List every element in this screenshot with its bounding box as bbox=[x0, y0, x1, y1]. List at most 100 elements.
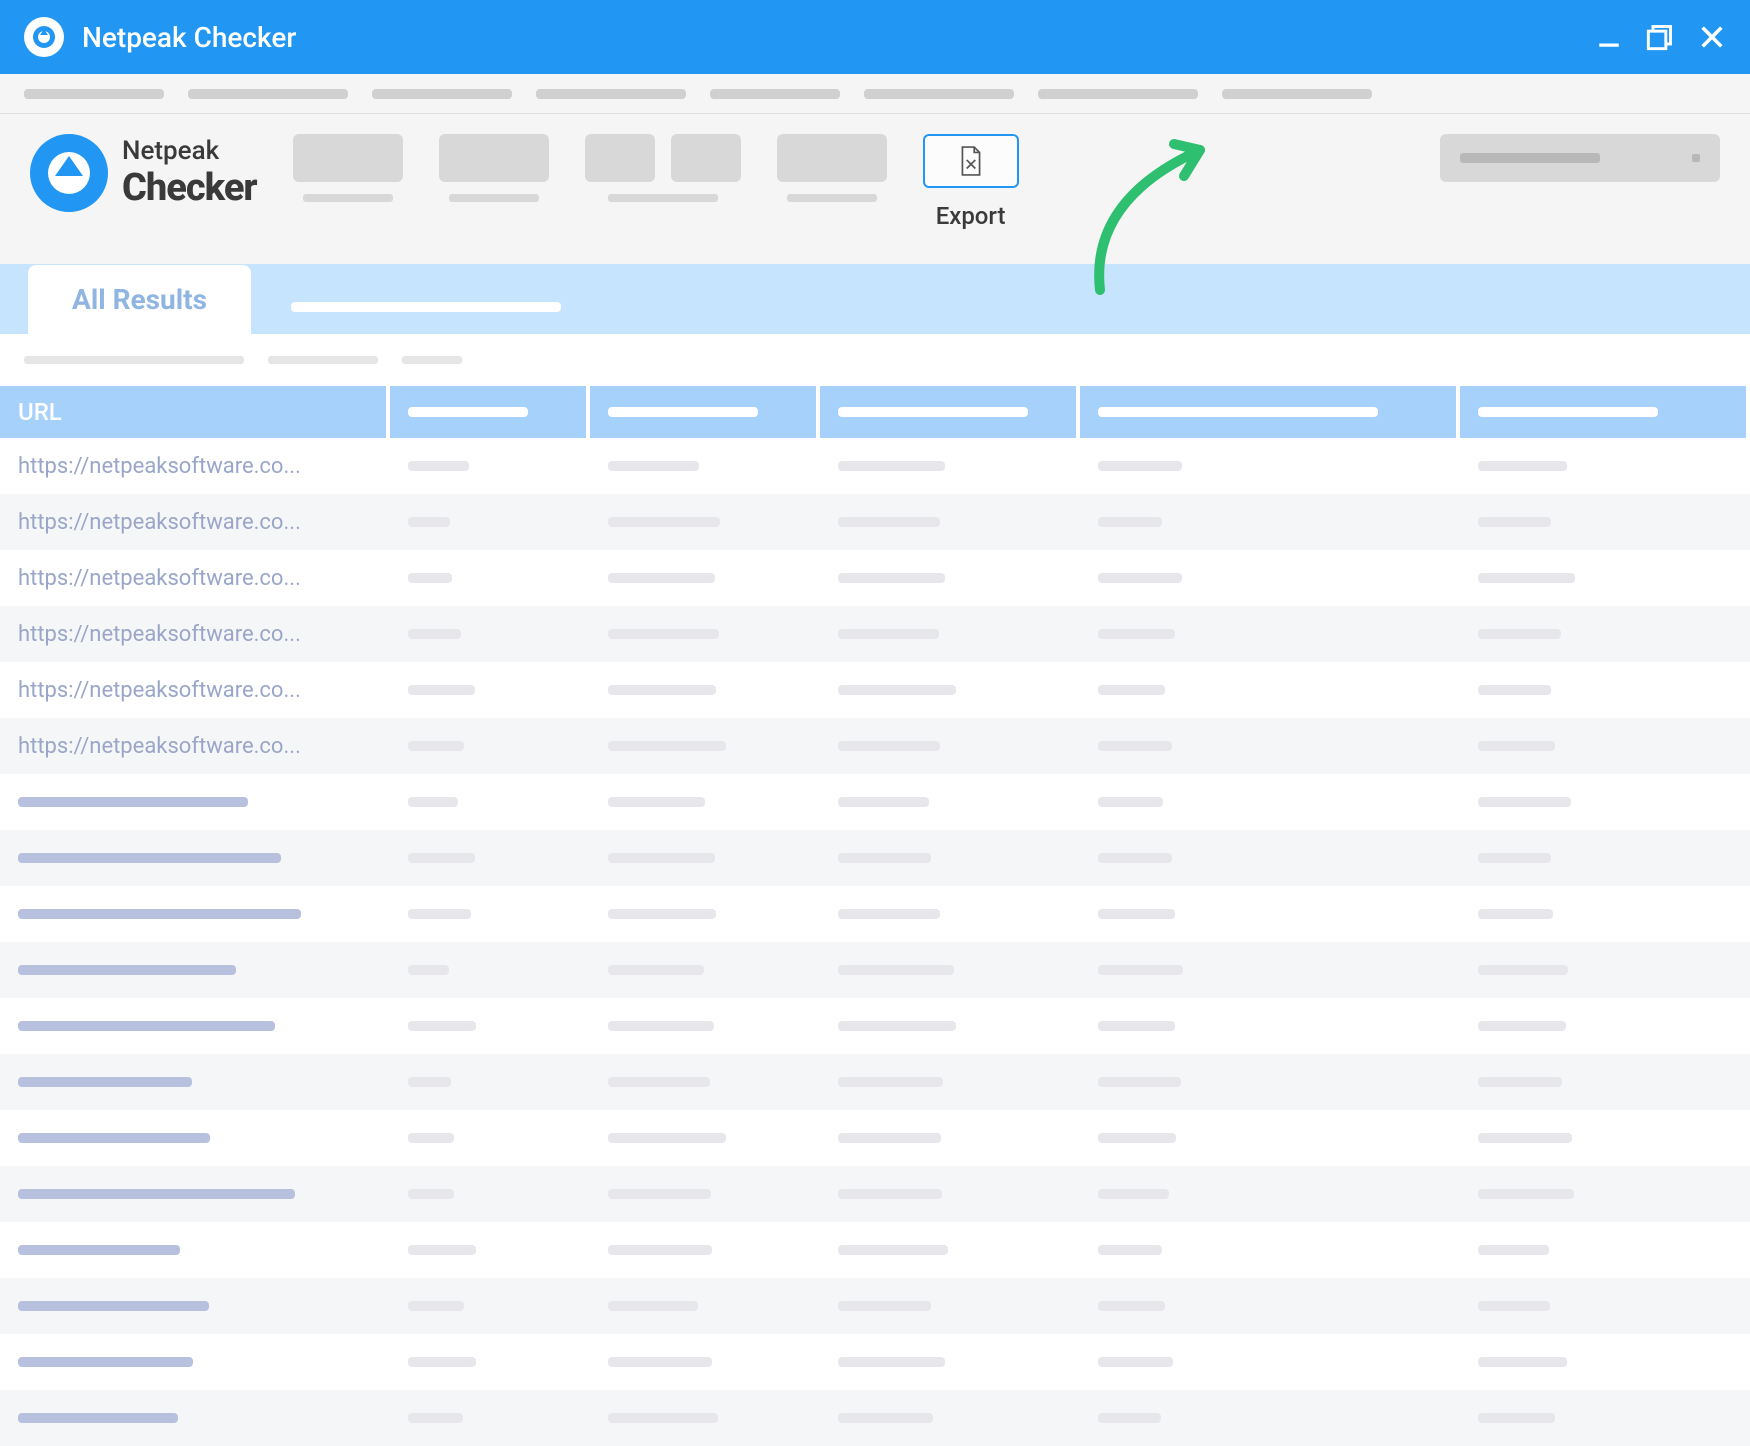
cell bbox=[590, 1189, 820, 1199]
cell-url bbox=[0, 1301, 390, 1311]
results-table: URL https://netpeaksoftware.co...https:/… bbox=[0, 386, 1750, 1446]
cell bbox=[1080, 1189, 1460, 1199]
filter-item[interactable] bbox=[24, 356, 244, 364]
cell bbox=[590, 685, 820, 695]
cell bbox=[390, 853, 590, 863]
column-header[interactable] bbox=[820, 386, 1080, 438]
cell bbox=[820, 909, 1080, 919]
menu-item[interactable] bbox=[710, 89, 840, 99]
cell-url: https://netpeaksoftware.co... bbox=[0, 510, 390, 535]
cell bbox=[1460, 965, 1750, 975]
table-row[interactable] bbox=[0, 886, 1750, 942]
table-row[interactable] bbox=[0, 1054, 1750, 1110]
table-row[interactable] bbox=[0, 774, 1750, 830]
column-header[interactable] bbox=[590, 386, 820, 438]
table-row[interactable] bbox=[0, 1278, 1750, 1334]
table-row[interactable] bbox=[0, 942, 1750, 998]
table-row[interactable] bbox=[0, 1222, 1750, 1278]
toolbar-label bbox=[608, 194, 718, 202]
cell-url: https://netpeaksoftware.co... bbox=[0, 678, 390, 703]
cell bbox=[1460, 517, 1750, 527]
table-row[interactable]: https://netpeaksoftware.co... bbox=[0, 438, 1750, 494]
filter-item[interactable] bbox=[402, 356, 462, 364]
minimize-icon[interactable] bbox=[1596, 24, 1622, 50]
cell bbox=[1080, 741, 1460, 751]
app-logo: Netpeak Checker bbox=[30, 134, 257, 212]
cell bbox=[820, 797, 1080, 807]
cell bbox=[1460, 1133, 1750, 1143]
close-icon[interactable] bbox=[1698, 23, 1726, 51]
table-row[interactable]: https://netpeaksoftware.co... bbox=[0, 662, 1750, 718]
cell bbox=[820, 685, 1080, 695]
cell bbox=[820, 741, 1080, 751]
cell bbox=[590, 1021, 820, 1031]
maximize-icon[interactable] bbox=[1646, 23, 1674, 51]
table-row[interactable]: https://netpeaksoftware.co... bbox=[0, 550, 1750, 606]
cell bbox=[820, 965, 1080, 975]
menu-item[interactable] bbox=[1038, 89, 1198, 99]
menu-item[interactable] bbox=[536, 89, 686, 99]
column-header[interactable] bbox=[1080, 386, 1460, 438]
menu-item[interactable] bbox=[864, 89, 1014, 99]
export-file-icon bbox=[958, 146, 984, 176]
toolbar-button[interactable] bbox=[439, 134, 549, 182]
table-body: https://netpeaksoftware.co...https://net… bbox=[0, 438, 1750, 1446]
table-row[interactable] bbox=[0, 1390, 1750, 1446]
table-row[interactable] bbox=[0, 998, 1750, 1054]
menu-item[interactable] bbox=[1222, 89, 1372, 99]
cell bbox=[590, 461, 820, 471]
cell bbox=[1460, 909, 1750, 919]
menu-item[interactable] bbox=[24, 89, 164, 99]
cell-url bbox=[0, 1189, 390, 1199]
table-row[interactable]: https://netpeaksoftware.co... bbox=[0, 494, 1750, 550]
cell bbox=[1460, 853, 1750, 863]
cell bbox=[820, 853, 1080, 863]
toolbar-button[interactable] bbox=[585, 134, 655, 182]
cell bbox=[1460, 797, 1750, 807]
cell bbox=[1460, 1357, 1750, 1367]
cell-url bbox=[0, 1413, 390, 1423]
cell bbox=[590, 1301, 820, 1311]
column-header[interactable] bbox=[390, 386, 590, 438]
table-row[interactable] bbox=[0, 1110, 1750, 1166]
tab-all-results[interactable]: All Results bbox=[28, 265, 251, 334]
table-row[interactable]: https://netpeaksoftware.co... bbox=[0, 718, 1750, 774]
table-row[interactable] bbox=[0, 1334, 1750, 1390]
cell-url bbox=[0, 1077, 390, 1087]
column-header[interactable] bbox=[1460, 386, 1750, 438]
cell bbox=[590, 797, 820, 807]
toolbar-button[interactable] bbox=[671, 134, 741, 182]
cell-url bbox=[0, 797, 390, 807]
cell bbox=[820, 1077, 1080, 1087]
cell-url: https://netpeaksoftware.co... bbox=[0, 454, 390, 479]
table-row[interactable] bbox=[0, 1166, 1750, 1222]
cell bbox=[1460, 1245, 1750, 1255]
export-button[interactable] bbox=[923, 134, 1019, 188]
toolbar-dropdown[interactable] bbox=[1440, 134, 1720, 182]
column-header-url[interactable]: URL bbox=[0, 386, 390, 438]
cell bbox=[1460, 1021, 1750, 1031]
menu-item[interactable] bbox=[372, 89, 512, 99]
menu-bar bbox=[0, 74, 1750, 114]
cell bbox=[1460, 1413, 1750, 1423]
cell bbox=[820, 1133, 1080, 1143]
cell-url bbox=[0, 965, 390, 975]
filter-item[interactable] bbox=[268, 356, 378, 364]
cell bbox=[1080, 629, 1460, 639]
toolbar-button[interactable] bbox=[293, 134, 403, 182]
logo-text-line2: Checker bbox=[122, 166, 257, 210]
cell bbox=[1460, 1301, 1750, 1311]
cell bbox=[1080, 1021, 1460, 1031]
table-row[interactable] bbox=[0, 830, 1750, 886]
menu-item[interactable] bbox=[188, 89, 348, 99]
toolbar-button[interactable] bbox=[777, 134, 887, 182]
cell-url bbox=[0, 1021, 390, 1031]
cell-url bbox=[0, 1357, 390, 1367]
tab-placeholder[interactable] bbox=[291, 302, 561, 312]
chevron-down-icon bbox=[1692, 154, 1700, 162]
table-row[interactable]: https://netpeaksoftware.co... bbox=[0, 606, 1750, 662]
cell bbox=[590, 517, 820, 527]
cell-url bbox=[0, 853, 390, 863]
cell bbox=[1080, 461, 1460, 471]
cell bbox=[390, 1301, 590, 1311]
